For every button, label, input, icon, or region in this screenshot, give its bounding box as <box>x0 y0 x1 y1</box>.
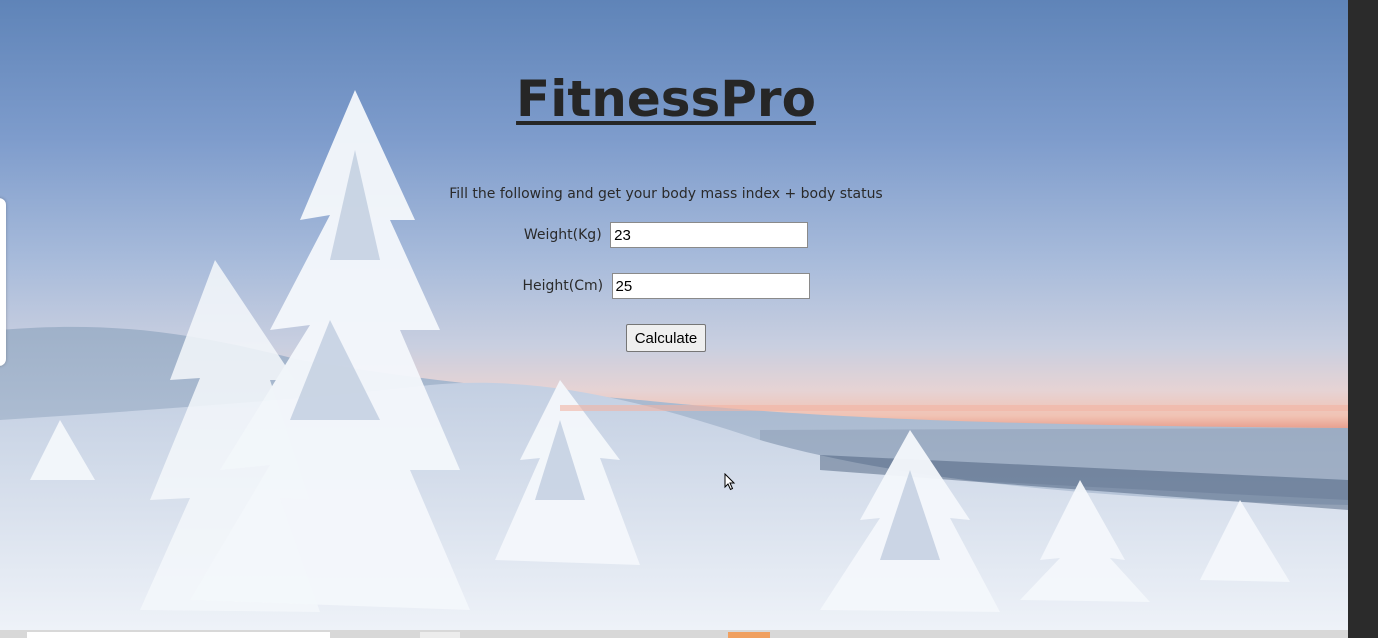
main-content: FitnessPro Fill the following and get yo… <box>0 0 1348 630</box>
page: FitnessPro Fill the following and get yo… <box>0 0 1378 638</box>
height-label: Height(Cm) <box>522 278 604 294</box>
taskbar-active-indicator[interactable] <box>728 632 770 638</box>
weight-label: Weight(Kg) <box>523 227 602 243</box>
instruction-text: Fill the following and get your body mas… <box>449 186 883 202</box>
page-title: FitnessPro <box>516 70 816 128</box>
mouse-pointer-icon <box>724 473 736 491</box>
height-input[interactable] <box>611 273 810 299</box>
taskbar-segment[interactable] <box>27 632 330 638</box>
bottom-taskbar <box>0 630 1348 638</box>
weight-row: Weight(Kg) <box>0 222 1332 248</box>
weight-input[interactable] <box>610 222 809 248</box>
calculate-button[interactable]: Calculate <box>626 324 706 352</box>
taskbar-segment[interactable] <box>420 632 460 638</box>
height-row: Height(Cm) <box>0 273 1332 299</box>
right-edge-panel <box>1348 0 1378 638</box>
